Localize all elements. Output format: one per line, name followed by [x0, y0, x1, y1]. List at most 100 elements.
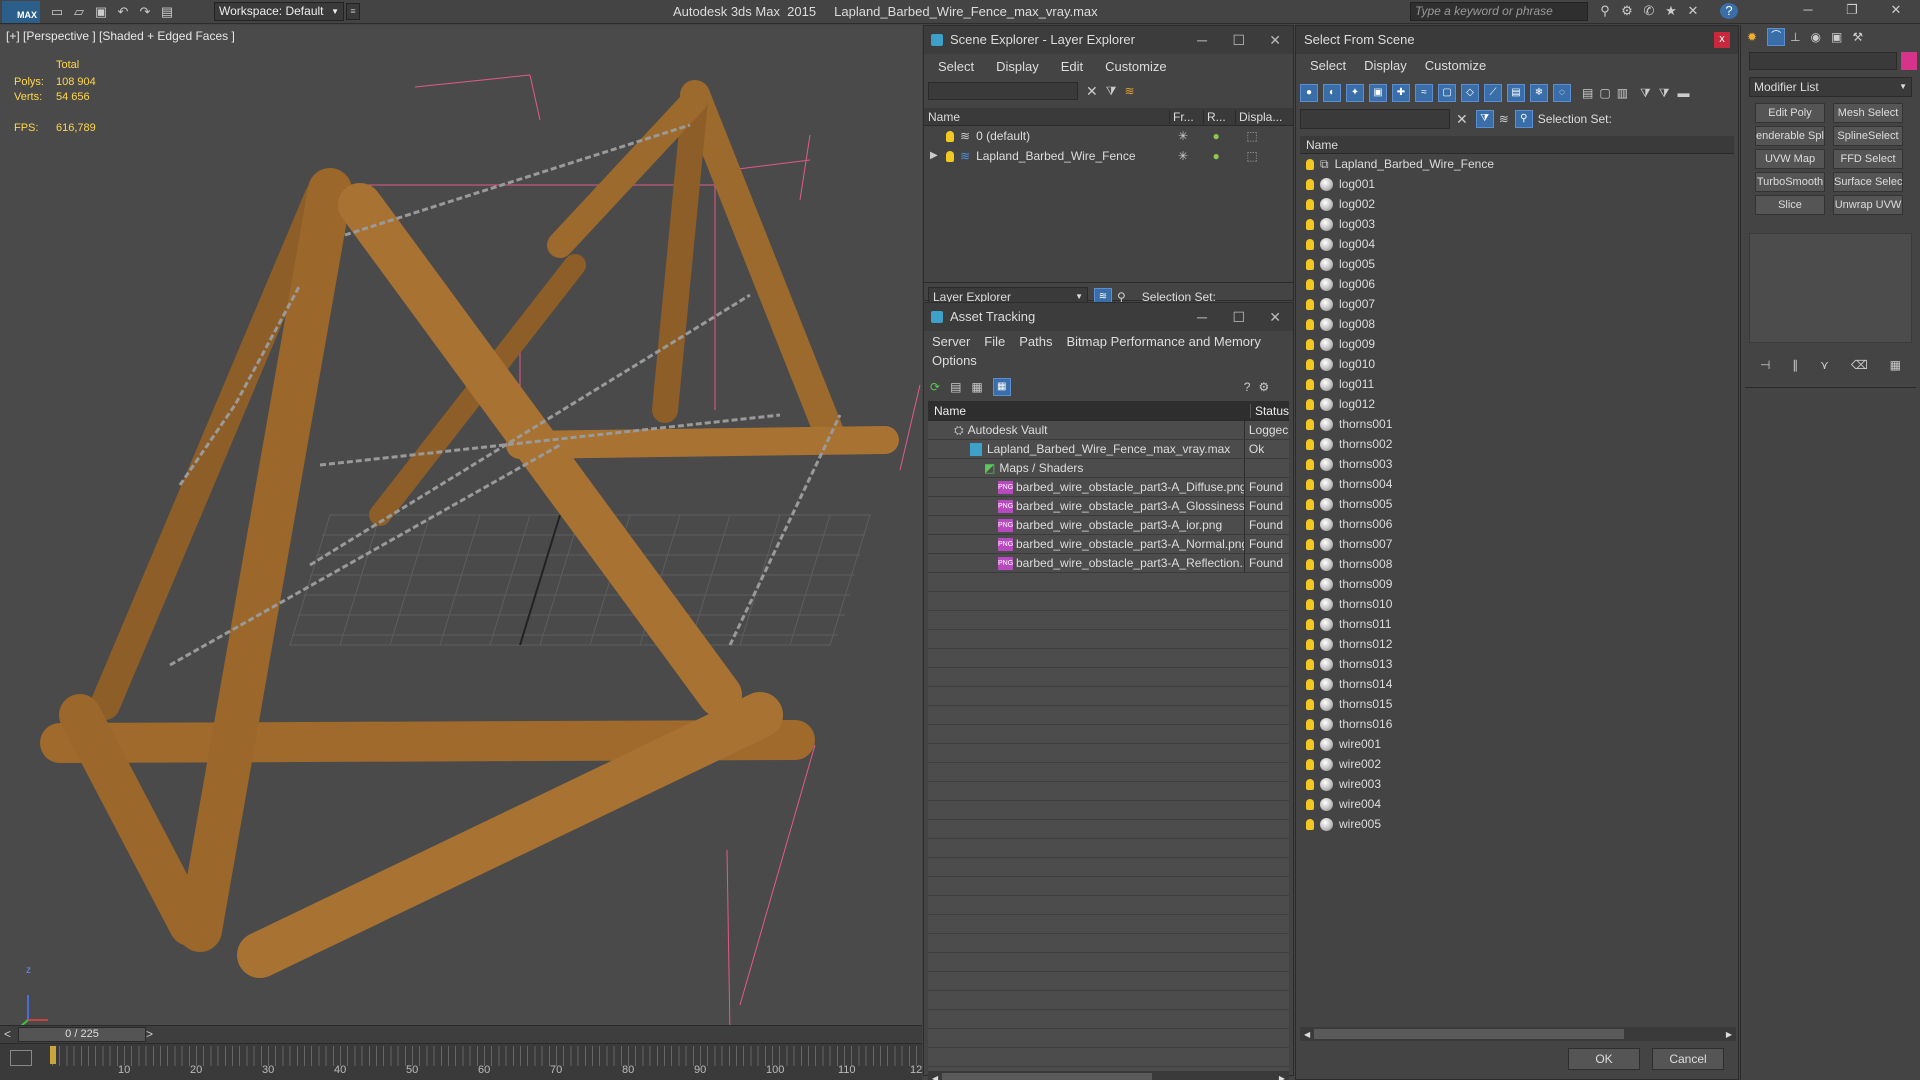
workspace-dropdown[interactable]: Workspace: Default ▼	[214, 2, 344, 21]
modifier-button[interactable]: Surface Select	[1833, 172, 1903, 192]
asset-row[interactable]: PNG barbed_wire_obstacle_part3-A_Normal.p…	[928, 535, 1289, 554]
light-bulb-icon[interactable]	[1306, 558, 1314, 570]
asset-row[interactable]: PNG barbed_wire_obstacle_part3-A_ior.png F…	[928, 516, 1289, 535]
light-bulb-icon[interactable]	[1306, 658, 1314, 670]
create-tab-icon[interactable]: ✹	[1747, 30, 1757, 44]
light-bulb-icon[interactable]	[946, 150, 954, 162]
light-bulb-icon[interactable]	[1306, 158, 1314, 170]
hierarchy-filter-icon[interactable]: ⧩	[1659, 86, 1670, 101]
light-bulb-icon[interactable]	[1306, 598, 1314, 610]
viewport-label[interactable]: [+] [Perspective ] [Shaded + Edged Faces…	[6, 29, 235, 43]
object-row[interactable]: thorns014	[1300, 674, 1734, 694]
menu-edit[interactable]: Edit	[1061, 59, 1083, 74]
object-row[interactable]: thorns001	[1300, 414, 1734, 434]
scroll-left-icon[interactable]: ◀	[1300, 1030, 1314, 1039]
save-icon[interactable]: ▣	[92, 4, 110, 20]
asset-row[interactable]: ⛭ Autodesk Vault Loggec	[928, 421, 1289, 440]
object-row[interactable]: thorns002	[1300, 434, 1734, 454]
object-row[interactable]: log010	[1300, 354, 1734, 374]
modifier-button[interactable]: Mesh Select	[1833, 103, 1903, 123]
light-bulb-icon[interactable]	[1306, 258, 1314, 270]
select-from-scene-titlebar[interactable]: Select From Scene x	[1296, 26, 1738, 54]
object-row[interactable]: thorns006	[1300, 514, 1734, 534]
object-row[interactable]: ⧉ Lapland_Barbed_Wire_Fence	[1300, 154, 1734, 174]
restore-icon[interactable]: ❐	[1832, 2, 1872, 18]
object-row[interactable]: thorns007	[1300, 534, 1734, 554]
asset-help-icon[interactable]: ?	[1244, 380, 1251, 394]
light-bulb-icon[interactable]	[1306, 458, 1314, 470]
light-bulb-icon[interactable]	[1306, 718, 1314, 730]
object-row[interactable]: log004	[1300, 234, 1734, 254]
exchange-icon[interactable]: ✕	[1684, 3, 1702, 19]
shape-filter-icon[interactable]: ◐	[1323, 84, 1341, 102]
object-row[interactable]: log012	[1300, 394, 1734, 414]
asset-tracking-titlebar[interactable]: Asset Tracking ─ ☐ ✕	[924, 303, 1293, 331]
cancel-button[interactable]: Cancel	[1652, 1048, 1724, 1070]
settings-icon[interactable]: ⚙	[1258, 380, 1269, 394]
asset-row[interactable]: PNG barbed_wire_obstacle_part3-A_Reflecti…	[928, 554, 1289, 573]
asset-row[interactable]: ◩ Maps / Shaders	[928, 459, 1289, 478]
object-row[interactable]: log006	[1300, 274, 1734, 294]
display-tab-icon[interactable]: ▣	[1831, 30, 1842, 44]
search-input[interactable]: Type a keyword or phrase	[1410, 2, 1588, 21]
close-icon[interactable]: ✕	[1269, 26, 1281, 54]
object-row[interactable]: wire001	[1300, 734, 1734, 754]
scroll-right-icon[interactable]: ▶	[1722, 1030, 1736, 1039]
scroll-right-icon[interactable]: ▶	[1275, 1074, 1289, 1080]
group-filter-icon[interactable]: ▢	[1438, 84, 1456, 102]
bone-filter-icon[interactable]: ⟋	[1484, 84, 1502, 102]
display-box-icon[interactable]: ⬚	[1232, 146, 1272, 166]
track-bar[interactable]: 10 20 30 40 50 60 70 80 90 100 110 12	[0, 1043, 922, 1080]
light-bulb-icon[interactable]	[1306, 498, 1314, 510]
refresh-icon[interactable]: ⟳	[930, 380, 940, 394]
col-display[interactable]: Displa...	[1236, 110, 1286, 124]
light-bulb-icon[interactable]	[1306, 518, 1314, 530]
render-teapot-icon[interactable]: ●	[1200, 146, 1232, 166]
redo-icon[interactable]: ↷	[136, 4, 154, 20]
object-row[interactable]: thorns005	[1300, 494, 1734, 514]
modifier-button[interactable]: Unwrap UVW	[1833, 195, 1903, 215]
menu-select[interactable]: Select	[1310, 58, 1346, 73]
geometry-filter-icon[interactable]: ●	[1300, 84, 1318, 102]
display-box-icon[interactable]: ⬚	[1232, 126, 1272, 146]
freeze-icon[interactable]: ✳	[1166, 146, 1200, 166]
modifier-button[interactable]: Slice	[1755, 195, 1825, 215]
object-row[interactable]: thorns009	[1300, 574, 1734, 594]
light-bulb-icon[interactable]	[1306, 198, 1314, 210]
object-row[interactable]: thorns016	[1300, 714, 1734, 734]
help-icon[interactable]: ?	[1720, 3, 1738, 19]
object-row[interactable]: thorns010	[1300, 594, 1734, 614]
object-row[interactable]: wire005	[1300, 814, 1734, 834]
track-current-frame[interactable]	[50, 1046, 56, 1064]
maximize-icon[interactable]: ☐	[1232, 303, 1245, 331]
light-bulb-icon[interactable]	[1306, 638, 1314, 650]
workspace-menu-icon[interactable]: ≡	[346, 3, 360, 20]
time-slider[interactable]: < 0 / 225 >	[0, 1025, 922, 1043]
modifier-button[interactable]: FFD Select	[1833, 149, 1903, 169]
make-unique-icon[interactable]: ⋎	[1820, 358, 1829, 372]
menu-select[interactable]: Select	[938, 59, 974, 74]
container-filter-icon[interactable]: ▤	[1507, 84, 1525, 102]
object-search-input[interactable]	[1300, 109, 1450, 129]
minimize-icon[interactable]: ─	[1788, 2, 1828, 18]
freeze-icon[interactable]: ✳	[1166, 126, 1200, 146]
light-bulb-icon[interactable]	[1306, 678, 1314, 690]
collapse-icon[interactable]: ▬	[1677, 86, 1689, 100]
menu-customize[interactable]: Customize	[1105, 59, 1166, 74]
object-row[interactable]: thorns008	[1300, 554, 1734, 574]
menu-server[interactable]: Server	[932, 334, 970, 349]
close-icon[interactable]: ✕	[1269, 303, 1281, 331]
ok-button[interactable]: OK	[1568, 1048, 1640, 1070]
modifier-button[interactable]: UVW Map	[1755, 149, 1825, 169]
list-icon[interactable]: ▤	[950, 380, 961, 394]
light-bulb-icon[interactable]	[1306, 398, 1314, 410]
object-color-swatch[interactable]	[1901, 52, 1917, 70]
frozen-filter-icon[interactable]: ❄	[1530, 84, 1548, 102]
light-bulb-icon[interactable]	[1306, 358, 1314, 370]
new-file-icon[interactable]: ▭	[48, 4, 66, 20]
object-row[interactable]: wire004	[1300, 794, 1734, 814]
object-name-field[interactable]	[1749, 52, 1897, 70]
object-row[interactable]: thorns012	[1300, 634, 1734, 654]
utilities-tab-icon[interactable]: ⚒	[1852, 30, 1863, 44]
menu-display[interactable]: Display	[996, 59, 1039, 74]
